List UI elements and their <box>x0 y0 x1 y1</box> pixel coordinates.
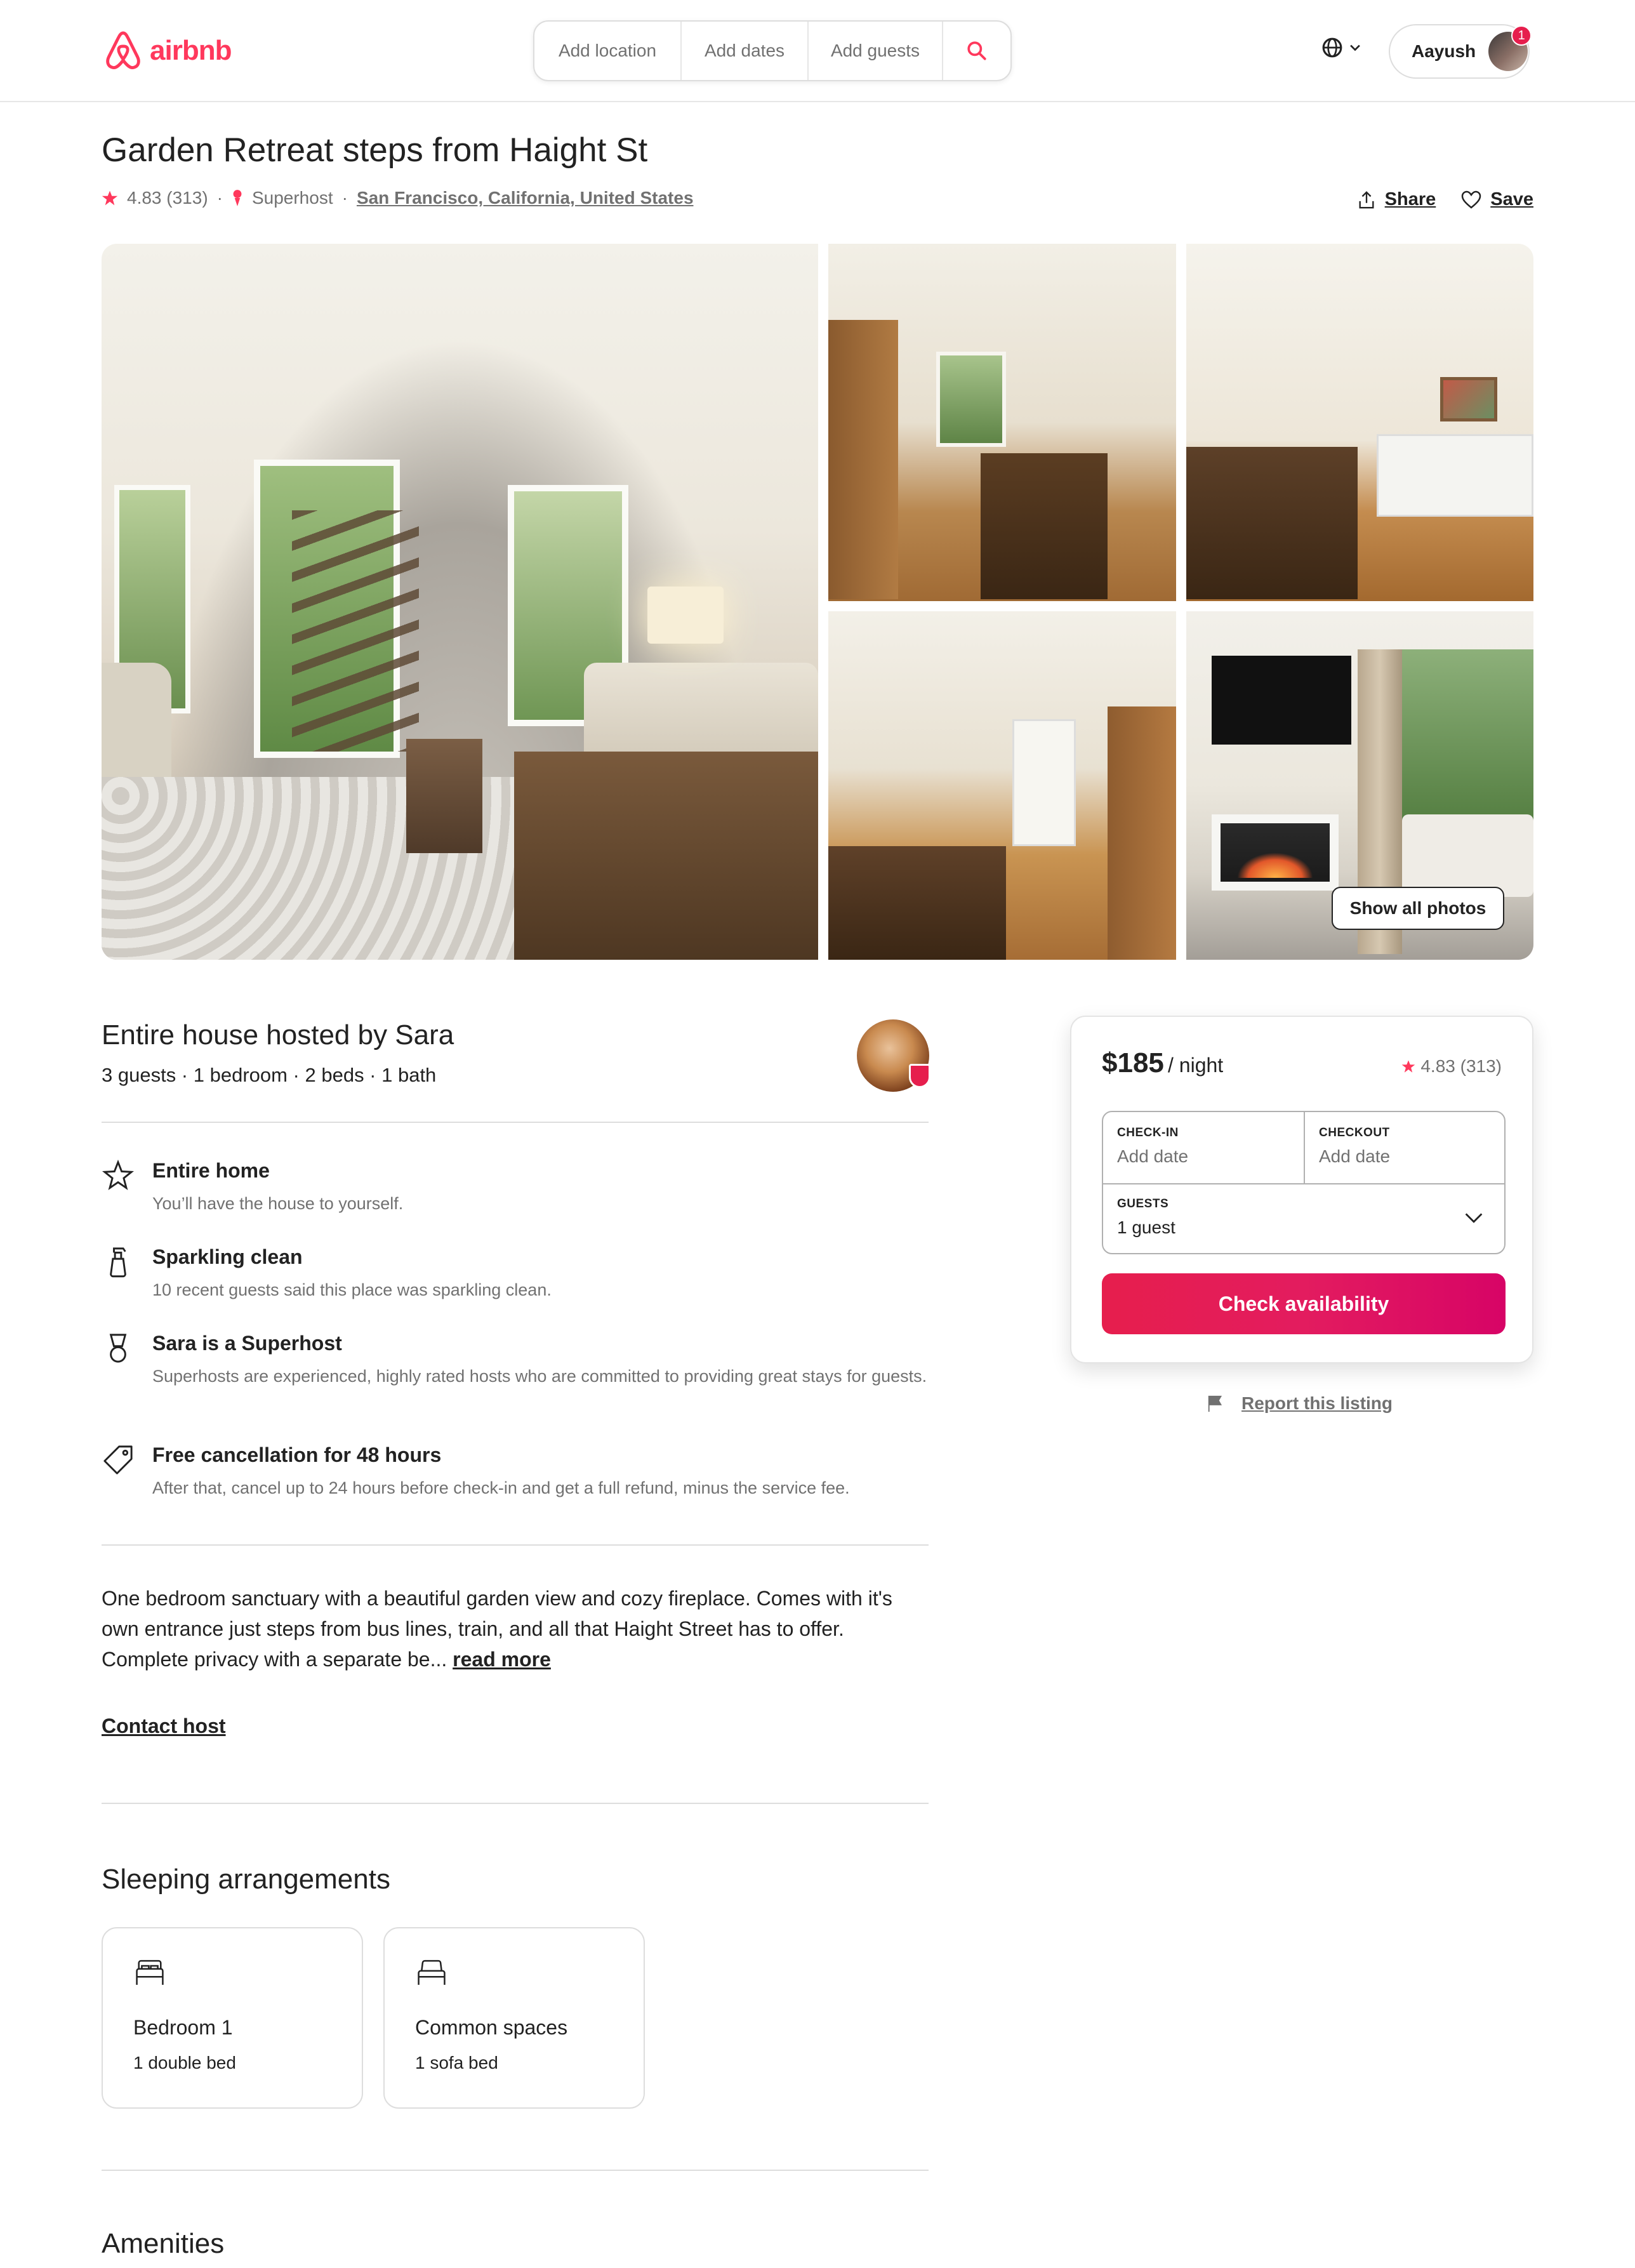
host-title: Entire house hosted by Sara <box>102 1019 454 1051</box>
guests-field[interactable]: GUESTS 1 guest <box>1117 1197 1175 1238</box>
field-divider <box>1103 1183 1504 1184</box>
feature-title: Sparkling clean <box>152 1245 303 1268</box>
feature-desc: After that, cancel up to 24 hours before… <box>152 1478 850 1497</box>
photo-dining-area[interactable] <box>828 244 1176 601</box>
tag-icon <box>103 1445 133 1475</box>
room-beds: 1 double bed <box>133 2053 236 2072</box>
star-icon <box>1402 1060 1415 1073</box>
divider <box>102 1544 929 1546</box>
sleeping-arrangements-title: Sleeping arrangements <box>102 1864 390 1895</box>
separator-dot: · <box>216 188 223 208</box>
photo-main-living-room[interactable] <box>102 244 818 960</box>
save-button[interactable]: Save <box>1461 189 1533 210</box>
top-nav-bar: airbnb Add location Add dates Add guests… <box>0 0 1635 102</box>
double-bed-icon <box>136 1960 164 1985</box>
share-icon <box>1359 190 1374 208</box>
airbnb-logo-icon <box>106 31 140 70</box>
room-beds: 1 sofa bed <box>415 2053 498 2072</box>
booking-card: $185 / night 4.83 (313) CHECK-IN Add dat… <box>1070 1016 1533 1363</box>
price-unit: / night <box>1168 1054 1224 1077</box>
search-bar[interactable]: Add location Add dates Add guests <box>533 20 1012 81</box>
report-listing-link[interactable]: Report this listing <box>1206 1393 1393 1414</box>
superhost-badge-icon <box>909 1064 930 1088</box>
checkin-value: Add date <box>1117 1146 1189 1166</box>
star-outline-icon <box>102 1159 135 1190</box>
room-name: Bedroom 1 <box>133 2016 233 2039</box>
save-label: Save <box>1490 189 1533 209</box>
date-guest-picker: CHECK-IN Add date CHECKOUT Add date GUES… <box>1102 1111 1506 1254</box>
divider <box>102 1122 929 1123</box>
search-guests[interactable]: Add guests <box>809 22 943 80</box>
feature-desc: Superhosts are experienced, highly rated… <box>152 1367 927 1386</box>
listing-meta: 4.83 (313) · Superhost · San Francisco, … <box>102 188 694 208</box>
spray-bottle-icon <box>110 1247 126 1278</box>
booking-rating-text: 4.83 (313) <box>1420 1056 1502 1076</box>
share-button[interactable]: Share <box>1357 189 1436 210</box>
avatar: 1 <box>1488 25 1532 71</box>
feature-desc: You’ll have the house to yourself. <box>152 1194 404 1213</box>
check-availability-button[interactable]: Check availability <box>1102 1273 1506 1334</box>
field-divider <box>1304 1112 1305 1183</box>
booking-rating[interactable]: 4.83 (313) <box>1401 1056 1502 1077</box>
listing-summary: 3 guests · 1 bedroom · 2 beds · 1 bath <box>102 1064 437 1086</box>
superhost-label: Superhost <box>251 188 333 208</box>
search-location[interactable]: Add location <box>534 22 682 80</box>
star-icon <box>102 190 118 206</box>
chevron-down-icon[interactable] <box>1462 1206 1485 1229</box>
heart-icon <box>1462 190 1481 209</box>
listing-title: Garden Retreat steps from Haight St <box>102 131 648 169</box>
share-label: Share <box>1384 189 1436 209</box>
superhost-medal-icon <box>233 190 242 206</box>
notification-badge: 1 <box>1511 25 1532 46</box>
guests-value: 1 guest <box>1117 1217 1175 1237</box>
airbnb-logo[interactable]: airbnb <box>104 30 232 71</box>
show-all-photos-button[interactable]: Show all photos <box>1332 887 1504 930</box>
photo-desk-area[interactable] <box>1186 244 1533 601</box>
photo-hallway[interactable] <box>828 611 1176 960</box>
flag-icon <box>1208 1395 1222 1412</box>
chevron-down-icon <box>1350 44 1360 51</box>
listing-actions: Share Save <box>1357 189 1533 210</box>
host-avatar[interactable] <box>857 1019 930 1092</box>
search-dates[interactable]: Add dates <box>682 22 809 80</box>
guests-label: GUESTS <box>1117 1197 1169 1210</box>
rating-text[interactable]: 4.83 (313) <box>127 188 208 208</box>
search-icon <box>967 41 986 60</box>
report-label: Report this listing <box>1241 1393 1393 1413</box>
amenities-title: Amenities <box>102 2228 225 2259</box>
photo-gallery: Show all photos <box>102 244 1533 960</box>
feature-title: Sara is a Superhost <box>152 1332 342 1355</box>
brand-name: airbnb <box>150 35 232 66</box>
divider <box>102 1803 929 1804</box>
checkin-label: CHECK-IN <box>1117 1126 1179 1139</box>
feature-desc: 10 recent guests said this place was spa… <box>152 1280 552 1299</box>
checkout-label: CHECKOUT <box>1319 1126 1390 1139</box>
contact-host-link[interactable]: Contact host <box>102 1714 226 1738</box>
user-menu-button[interactable]: Aayush 1 <box>1389 24 1532 79</box>
language-selector[interactable] <box>1321 37 1362 58</box>
globe-icon <box>1322 37 1342 58</box>
separator-dot: · <box>341 188 348 208</box>
checkin-field[interactable]: CHECK-IN Add date <box>1117 1126 1188 1167</box>
feature-title: Entire home <box>152 1159 270 1182</box>
sofa-bed-icon <box>418 1960 446 1985</box>
search-button[interactable] <box>943 22 1010 80</box>
location-link[interactable]: San Francisco, California, United States <box>357 188 694 208</box>
checkout-field[interactable]: CHECKOUT Add date <box>1319 1126 1390 1167</box>
sleeping-card-common-spaces: Common spaces 1 sofa bed <box>383 1927 645 2109</box>
listing-description: One bedroom sanctuary with a beautiful g… <box>102 1583 933 1674</box>
superhost-medal-icon <box>109 1334 127 1363</box>
divider <box>102 2170 929 2171</box>
sleeping-card-bedroom: Bedroom 1 1 double bed <box>102 1927 363 2109</box>
read-more-link[interactable]: read more <box>453 1648 551 1671</box>
user-name: Aayush <box>1412 41 1476 61</box>
checkout-value: Add date <box>1319 1146 1391 1166</box>
room-name: Common spaces <box>415 2016 568 2039</box>
feature-title: Free cancellation for 48 hours <box>152 1443 442 1466</box>
nightly-price: $185 <box>1102 1047 1164 1078</box>
